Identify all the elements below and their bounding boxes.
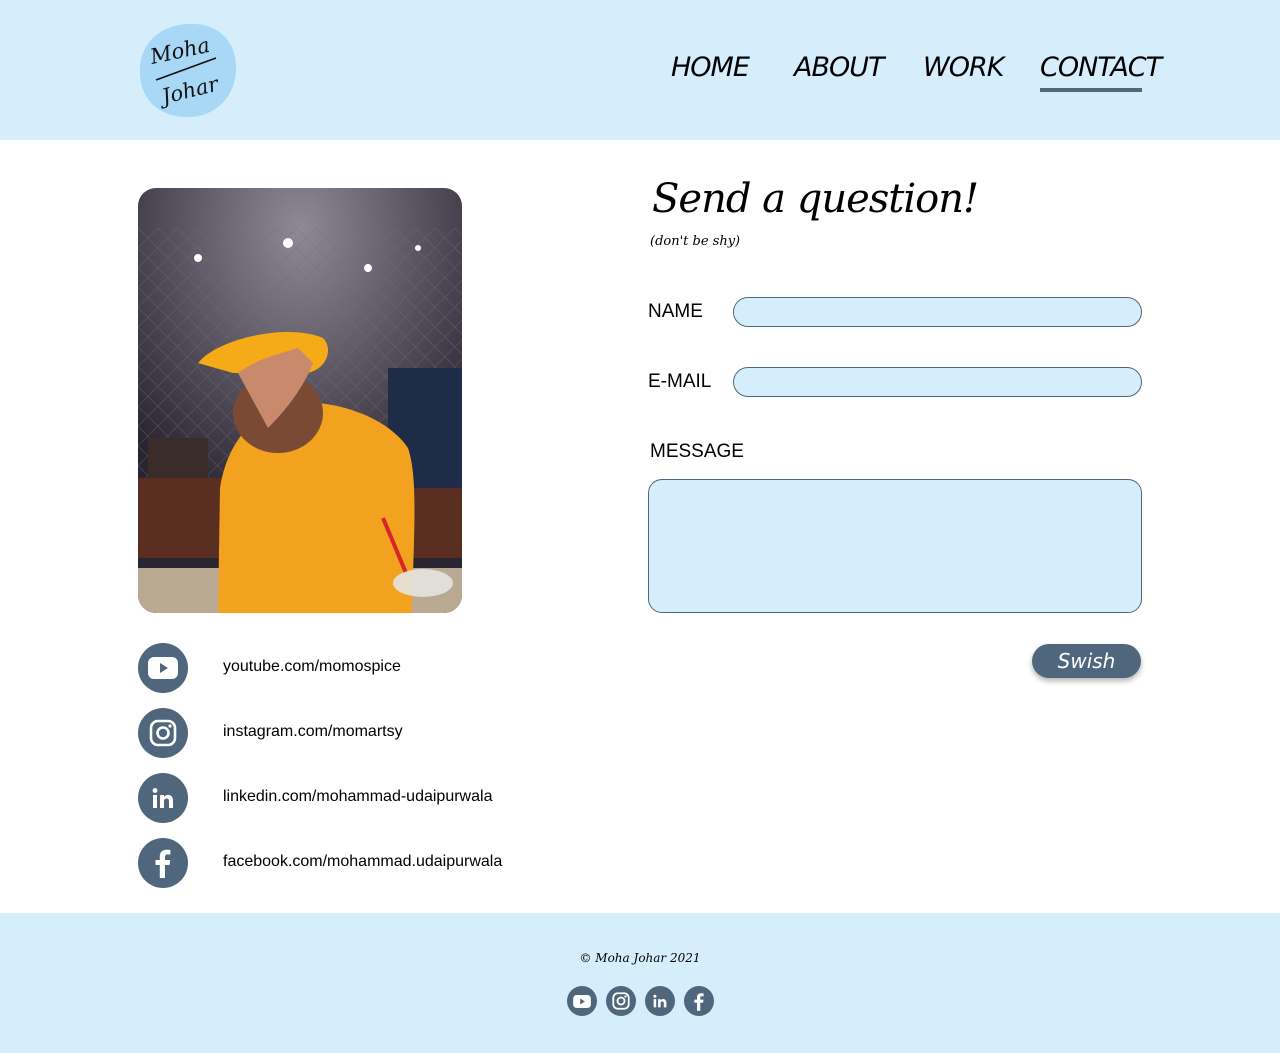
logo[interactable]: Moha Johar	[138, 22, 238, 118]
social-facebook: facebook.com/mohammad.udaipurwala	[138, 838, 558, 888]
form-subtitle: (don't be shy)	[650, 234, 741, 249]
instagram-icon[interactable]	[138, 708, 188, 758]
form-title: Send a question!	[652, 176, 979, 222]
footer-instagram-icon[interactable]	[606, 986, 636, 1016]
site-footer: © Moha Johar 2021	[0, 913, 1280, 1053]
social-instagram: instagram.com/momartsy	[138, 708, 558, 758]
facebook-link[interactable]: facebook.com/mohammad.udaipurwala	[223, 853, 502, 871]
site-header: Moha Johar HOME ABOUT WORK CONTACT	[0, 0, 1280, 140]
submit-button[interactable]: Swish	[1032, 644, 1141, 678]
footer-youtube-icon[interactable]	[567, 986, 597, 1016]
message-field[interactable]	[648, 479, 1142, 613]
footer-facebook-icon[interactable]	[684, 986, 714, 1016]
linkedin-link[interactable]: linkedin.com/mohammad-udaipurwala	[223, 788, 492, 806]
instagram-link[interactable]: instagram.com/momartsy	[223, 723, 403, 741]
footer-linkedin-icon[interactable]	[645, 986, 675, 1016]
nav-about[interactable]: ABOUT	[794, 52, 884, 92]
nav-home[interactable]: HOME	[671, 52, 750, 92]
copyright-text: © Moha Johar 2021	[579, 951, 701, 965]
linkedin-icon[interactable]	[138, 773, 188, 823]
youtube-link[interactable]: youtube.com/momospice	[223, 658, 401, 676]
facebook-icon[interactable]	[138, 838, 188, 888]
name-label: NAME	[648, 301, 703, 322]
social-linkedin: linkedin.com/mohammad-udaipurwala	[138, 773, 558, 823]
message-label: MESSAGE	[650, 441, 744, 462]
youtube-icon[interactable]	[138, 643, 188, 693]
email-field[interactable]	[733, 367, 1142, 397]
nav-contact[interactable]: CONTACT	[1040, 52, 1162, 92]
name-field[interactable]	[733, 297, 1142, 327]
social-youtube: youtube.com/momospice	[138, 643, 558, 693]
nav-work[interactable]: WORK	[923, 52, 1004, 92]
email-label: E-MAIL	[648, 371, 712, 392]
profile-photo	[138, 188, 462, 613]
